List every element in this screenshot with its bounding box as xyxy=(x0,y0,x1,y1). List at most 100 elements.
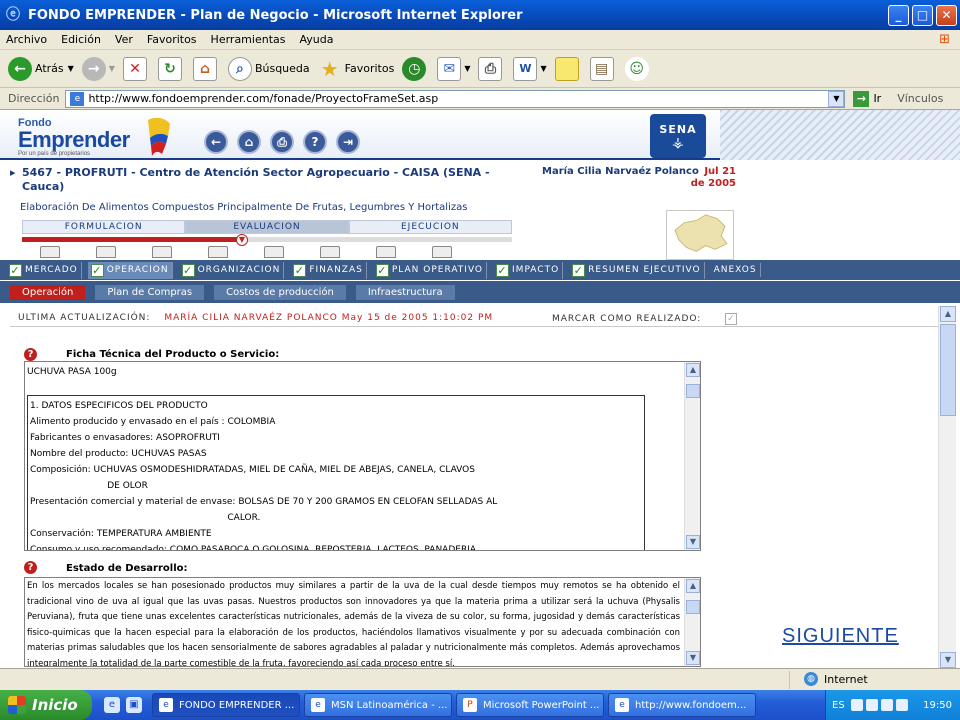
window-titlebar[interactable]: ⓔ FONDO EMPRENDER - Plan de Negocio - Mi… xyxy=(0,0,960,30)
tab-plan-operativo[interactable]: ✓ PLAN OPERATIVO xyxy=(373,261,488,279)
links-label[interactable]: Vínculos xyxy=(897,92,943,105)
stop-button[interactable]: ✕ xyxy=(122,56,150,81)
sena-logo: SENA ⚶ xyxy=(650,114,706,158)
menu-ayuda[interactable]: Ayuda xyxy=(299,33,333,46)
go-button[interactable]: → Ir xyxy=(853,90,881,107)
history-button[interactable]: ◷ xyxy=(402,56,429,81)
phase-formulacion[interactable]: FORMULACION xyxy=(22,220,186,234)
tab-resumen-ejecutivo[interactable]: ✓ RESUMEN EJECUTIVO xyxy=(569,261,705,279)
scroll-up-icon[interactable]: ▲ xyxy=(686,579,700,593)
dropdown-icon: ▼ xyxy=(540,64,547,73)
phase-evaluacion[interactable]: EVALUACION xyxy=(185,220,349,234)
scroll-thumb[interactable] xyxy=(686,384,700,398)
home-button[interactable]: ⌂ xyxy=(192,56,220,81)
back-icon[interactable]: ← xyxy=(204,130,228,154)
cauca-map-icon xyxy=(674,214,728,252)
exit-icon[interactable]: ⇥ xyxy=(336,130,360,154)
estado-title: Estado de Desarrollo: xyxy=(66,563,188,574)
next-link[interactable]: SIGUIENTE xyxy=(782,625,899,648)
ficha-line: Presentación comercial y material de env… xyxy=(30,497,498,507)
tab-mercado[interactable]: ✓ MERCADO xyxy=(6,261,82,279)
ficha-line: CALOR. xyxy=(30,513,261,523)
help-icon[interactable]: ? xyxy=(24,348,37,361)
tab-finanzas[interactable]: ✓ FINANZAS xyxy=(290,261,367,279)
ficha-scrollbar[interactable]: ▲ ▼ xyxy=(684,362,700,550)
scroll-down-icon[interactable]: ▼ xyxy=(940,652,956,668)
print-button[interactable]: ⎙ xyxy=(478,56,505,81)
tray-arrow-icon[interactable] xyxy=(850,699,863,711)
help-icon[interactable]: ? xyxy=(303,130,327,154)
progress-fill xyxy=(22,237,238,242)
scroll-thumb[interactable] xyxy=(940,324,956,416)
search-button[interactable]: ⌕ Búsqueda xyxy=(227,56,310,81)
subtab-operacion[interactable]: Operación xyxy=(10,284,86,300)
menu-favoritos[interactable]: Favoritos xyxy=(147,33,197,46)
check-icon: ✓ xyxy=(572,263,586,277)
ie-quicklaunch-icon[interactable]: e xyxy=(104,697,120,713)
tab-operacion[interactable]: ✓ OPERACION xyxy=(87,261,173,279)
ficha-textarea[interactable]: UCHUVA PASA 100g 1. DATOS ESPECIFICOS DE… xyxy=(24,361,701,551)
forward-button[interactable]: → ▼ xyxy=(81,56,115,81)
project-title: 5467 - PROFRUTI - Centro de Atención Sec… xyxy=(10,166,500,194)
task-fondoem[interactable]: e http://www.fondoem... xyxy=(608,693,756,717)
menu-edicion[interactable]: Edición xyxy=(61,33,101,46)
scroll-up-icon[interactable]: ▲ xyxy=(940,306,956,322)
subtab-costos-de-produccion[interactable]: Costos de producción xyxy=(214,284,346,300)
page-scrollbar[interactable]: ▲ ▼ xyxy=(938,306,956,668)
language-indicator[interactable]: ES xyxy=(832,700,845,711)
home-icon[interactable]: ⌂ xyxy=(237,130,261,154)
dropdown-icon: ▼ xyxy=(67,64,74,73)
desktop-quicklaunch-icon[interactable]: ▣ xyxy=(126,697,142,713)
windows-flag-icon xyxy=(8,696,26,714)
mail-button[interactable]: ✉ ▼ xyxy=(437,56,470,81)
minimize-button[interactable]: _ xyxy=(888,4,909,26)
tab-organizacion[interactable]: ✓ ORGANIZACION xyxy=(179,261,285,279)
messenger-icon: ☺ xyxy=(624,56,649,81)
refresh-icon: ↻ xyxy=(157,56,182,81)
menu-herramientas[interactable]: Herramientas xyxy=(211,33,286,46)
phase-ejecucion[interactable]: EJECUCION xyxy=(348,220,512,234)
estado-scrollbar[interactable]: ▲ ▼ xyxy=(684,578,700,666)
close-button[interactable]: ✕ xyxy=(936,4,957,26)
subtab-plan-de-compras[interactable]: Plan de Compras xyxy=(95,284,205,300)
tray-volume-icon[interactable] xyxy=(880,699,893,711)
phase-progress xyxy=(22,237,512,242)
taskbar: Inicio e ▣ e FONDO EMPRENDER ... e MSN Lat… xyxy=(0,690,960,720)
tray-network-icon[interactable] xyxy=(865,699,878,711)
site-header: Fondo Emprender Por un país de propietar… xyxy=(0,110,960,160)
ie-icon: ⓔ xyxy=(6,7,20,23)
print-icon[interactable]: ⎙ xyxy=(270,130,294,154)
task-msn[interactable]: e MSN Latinoamérica - ... xyxy=(304,693,452,717)
quick-launch: e ▣ xyxy=(104,697,148,713)
help-icon[interactable]: ? xyxy=(24,561,37,574)
tray-antivirus-icon[interactable] xyxy=(895,699,908,711)
favorites-button[interactable]: ★ Favoritos xyxy=(318,57,395,81)
maximize-button[interactable]: □ xyxy=(912,4,933,26)
mark-done-checkbox[interactable]: ✓ xyxy=(725,313,738,325)
address-input[interactable]: e http://www.fondoemprender.com/fonade/P… xyxy=(65,89,846,108)
scroll-down-icon[interactable]: ▼ xyxy=(686,651,700,665)
subtab-infraestructura[interactable]: Infraestructura xyxy=(355,284,455,300)
tab-anexos[interactable]: ANEXOS xyxy=(711,263,761,277)
address-dropdown-icon[interactable]: ▼ xyxy=(828,90,845,107)
menu-ver[interactable]: Ver xyxy=(115,33,133,46)
refresh-button[interactable]: ↻ xyxy=(157,56,185,81)
back-button[interactable]: ← Atrás ▼ xyxy=(8,56,74,81)
start-button[interactable]: Inicio xyxy=(0,690,92,720)
notes-button[interactable] xyxy=(554,56,582,81)
last-update-label: ULTIMA ACTUALIZACIÓN: xyxy=(18,313,151,323)
task-fondo-emprender[interactable]: e FONDO EMPRENDER ... xyxy=(152,693,300,717)
scroll-thumb[interactable] xyxy=(686,600,700,614)
scroll-down-icon[interactable]: ▼ xyxy=(686,535,700,549)
scroll-up-icon[interactable]: ▲ xyxy=(686,363,700,377)
task-powerpoint[interactable]: P Microsoft PowerPoint ... xyxy=(456,693,604,717)
estado-textarea[interactable]: En los mercados locales se han posesiona… xyxy=(24,577,701,667)
research-button[interactable]: ▤ xyxy=(589,56,617,81)
tab-impacto[interactable]: ✓ IMPACTO xyxy=(493,261,564,279)
edit-button[interactable]: W ▼ xyxy=(513,56,547,81)
go-arrow-icon: → xyxy=(853,90,870,107)
messenger-button[interactable]: ☺ xyxy=(624,56,652,81)
status-text xyxy=(0,671,790,689)
menu-archivo[interactable]: Archivo xyxy=(6,33,47,46)
ficha-line: 1. DATOS ESPECIFICOS DEL PRODUCTO xyxy=(30,401,208,411)
